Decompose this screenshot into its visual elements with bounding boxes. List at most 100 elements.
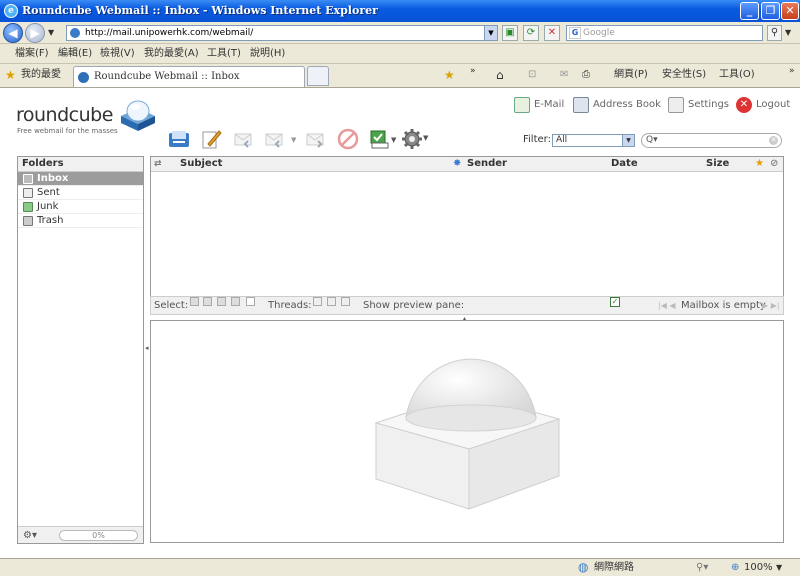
folder-label: Junk [37, 201, 59, 212]
collapse-all-threads-icon[interactable] [341, 297, 350, 306]
menu-file[interactable]: 檔案(F) [15, 44, 49, 64]
filter-select[interactable]: All ▼ [552, 134, 635, 147]
menu-tools[interactable]: 工具(T) [207, 44, 241, 64]
email-label: E-Mail [534, 99, 565, 110]
reset-search-icon[interactable]: ✕ [769, 136, 778, 145]
flag-column-icon[interactable]: ★ [755, 157, 764, 171]
favorites-star-icon[interactable]: ★ [5, 64, 16, 86]
delete-icon[interactable] [337, 128, 359, 150]
chevron-icon[interactable]: » [470, 60, 476, 82]
column-size[interactable]: Size [706, 157, 729, 171]
internet-zone-icon: ◍ [578, 560, 589, 574]
mark-icon[interactable] [369, 128, 391, 150]
folder-trash[interactable]: Trash [18, 214, 143, 228]
roundcube-logo[interactable]: roundcube Free webmail for the masses [16, 104, 118, 135]
select-invert-icon[interactable] [231, 297, 240, 306]
zoom-dropdown-icon[interactable]: ▼ [776, 559, 782, 576]
new-tab-button[interactable] [307, 66, 329, 86]
more-actions-gear-icon[interactable] [401, 128, 423, 150]
message-list: ⇄ Subject ✸ Sender Date Size ★ ⊘ [150, 156, 784, 315]
select-current-page-icon[interactable] [203, 297, 212, 306]
feeds-icon[interactable]: ⊡ [528, 64, 536, 86]
expand-unread-threads-icon[interactable] [327, 297, 336, 306]
logo-cube-icon [121, 100, 155, 131]
stop-icon[interactable]: ✕ [544, 25, 560, 41]
toolbar-overflow-icon[interactable]: » [789, 60, 795, 82]
mark-dropdown-icon[interactable]: ▼ [391, 136, 396, 144]
column-date[interactable]: Date [611, 157, 638, 171]
refresh-icon[interactable]: ⟳ [523, 25, 539, 41]
reply-all-dropdown-icon[interactable]: ▼ [291, 136, 296, 144]
logout-link[interactable]: ✕ Logout [736, 97, 790, 113]
protected-mode-icon[interactable]: ⚲▾ [696, 559, 708, 576]
address-book-link[interactable]: Address Book [573, 97, 661, 113]
tab-favicon-icon [78, 72, 89, 83]
menu-edit[interactable]: 編輯(E) [58, 44, 92, 64]
folder-label: Inbox [37, 173, 69, 184]
url-dropdown-icon[interactable]: ▼ [484, 26, 497, 40]
email-link[interactable]: E-Mail [514, 97, 565, 113]
folder-junk[interactable]: Junk [18, 200, 143, 214]
folder-inbox[interactable]: Inbox [18, 172, 143, 186]
compose-icon[interactable] [200, 128, 222, 150]
settings-link[interactable]: Settings [668, 97, 729, 113]
add-favorite-icon[interactable]: ★ [444, 64, 455, 86]
zoom-icon[interactable]: ⊕ [731, 559, 739, 576]
tabs-bar: ★ 我的最愛 Roundcube Webmail :: Inbox ★ » ⌂ … [0, 64, 800, 88]
close-window-button[interactable]: ✕ [781, 2, 799, 20]
maximize-button[interactable]: ❐ [761, 2, 780, 20]
minimize-button[interactable]: _ [740, 2, 759, 20]
column-sender[interactable]: Sender [467, 157, 507, 171]
logo-name: roundcube [16, 104, 113, 126]
quick-search-icon[interactable]: Q▾ [646, 135, 658, 145]
compatibility-icon[interactable]: ▣ [502, 25, 518, 41]
security-zone: 網際網路 [594, 562, 634, 573]
forward-button[interactable]: ▶ [25, 23, 45, 43]
select-none-icon[interactable] [246, 297, 255, 306]
forward-icon[interactable] [304, 128, 326, 150]
more-actions-dropdown-icon[interactable]: ▼ [423, 134, 428, 142]
folder-actions-gear-icon[interactable]: ⚙▾ [23, 530, 37, 541]
mail-icon[interactable]: ✉ [560, 64, 568, 86]
list-options-icon[interactable]: ⇄ [154, 157, 162, 171]
first-page-icon[interactable]: |◀ ◀ [658, 297, 676, 314]
filter-dropdown-icon[interactable]: ▼ [622, 135, 634, 146]
trash-icon [23, 216, 33, 226]
last-page-icon[interactable]: ▶ ▶| [762, 297, 780, 314]
menu-view[interactable]: 檢視(V) [100, 44, 135, 64]
search-options-icon[interactable]: ▼ [785, 28, 791, 37]
home-icon[interactable]: ⌂ [496, 64, 504, 86]
reply-all-icon[interactable] [264, 128, 286, 150]
tools-menu[interactable]: 工具(O) [719, 64, 755, 86]
folder-splitter-handle[interactable]: ◂ [145, 344, 149, 352]
history-dropdown-icon[interactable]: ▼ [48, 28, 54, 37]
menu-help[interactable]: 說明(H) [250, 44, 285, 64]
favorites-button[interactable]: 我的最愛 [21, 64, 61, 86]
folder-label: Trash [37, 215, 64, 226]
address-book-icon [573, 97, 589, 113]
url-input[interactable]: http://mail.unipowerhk.com/webmail/ ▼ [66, 25, 498, 41]
page-menu[interactable]: 網頁(P) [614, 64, 648, 86]
quick-search-input[interactable]: Q▾ ✕ [641, 133, 782, 148]
search-button-icon[interactable]: ⚲ [767, 25, 782, 41]
zoom-level[interactable]: 100% [744, 559, 773, 576]
menu-favorites[interactable]: 我的最愛(A) [144, 44, 199, 64]
window-title: Roundcube Webmail :: Inbox - Windows Int… [22, 4, 378, 17]
preview-pane-checkbox[interactable]: ✓ [610, 297, 620, 307]
check-mail-icon[interactable] [168, 128, 190, 150]
attachment-column-icon[interactable]: ⊘ [770, 157, 778, 171]
folder-sent[interactable]: Sent [18, 186, 143, 200]
column-subject[interactable]: Subject [180, 157, 222, 171]
select-all-icon[interactable] [190, 297, 199, 306]
select-unread-icon[interactable] [217, 297, 226, 306]
logo-tagline: Free webmail for the masses [17, 127, 118, 135]
reply-icon[interactable] [232, 128, 254, 150]
folder-footer: ⚙▾ 0% [18, 526, 143, 543]
print-icon[interactable]: ⎙ [582, 64, 590, 86]
expand-all-threads-icon[interactable] [313, 297, 322, 306]
search-input[interactable]: G Google [566, 25, 763, 41]
browser-tab[interactable]: Roundcube Webmail :: Inbox [73, 66, 305, 87]
back-button[interactable]: ◀ [3, 23, 23, 43]
preview-pane [150, 320, 784, 543]
safety-menu[interactable]: 安全性(S) [662, 64, 706, 86]
